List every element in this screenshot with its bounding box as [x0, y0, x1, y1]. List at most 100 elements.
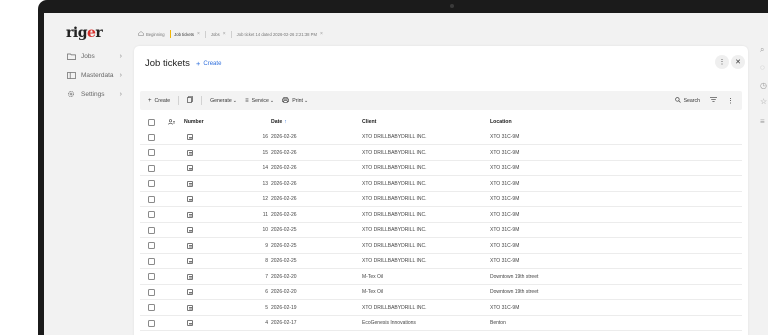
row-checkbox[interactable] [148, 146, 155, 160]
row-checkbox[interactable] [148, 161, 155, 175]
row-checkbox[interactable] [148, 223, 155, 237]
select-all-checkbox[interactable] [148, 114, 155, 130]
toolbar-right: Search ⋮ [665, 91, 734, 110]
copy-icon [187, 96, 193, 105]
cell-number: 10 [262, 227, 268, 233]
sidebar-item-label: Jobs [81, 52, 95, 60]
table-row[interactable]: 7 2026-02-20 M-Tex Oil Downtown 19th street [140, 270, 742, 285]
document-icon[interactable] [187, 130, 193, 144]
row-checkbox[interactable] [148, 208, 155, 222]
document-icon[interactable] [187, 192, 193, 206]
document-icon[interactable] [187, 146, 193, 160]
filter-icon[interactable]: ≡ [760, 117, 765, 126]
table-row[interactable]: 9 2026-02-25 XTO DRILLBABYDRILL INC. XTO 31… [140, 239, 742, 254]
row-checkbox[interactable] [148, 177, 155, 191]
column-header-location[interactable]: Location [490, 114, 512, 130]
chevron-right-icon: › [119, 71, 122, 79]
close-panel-button[interactable]: ✕ [731, 55, 745, 69]
table-row[interactable]: 15 2026-02-26 XTO DRILLBABYDRILL INC. XTO 3… [140, 146, 742, 161]
create-link[interactable]: + Create [196, 59, 221, 68]
document-icon[interactable] [187, 239, 193, 253]
close-icon[interactable]: × [197, 31, 200, 37]
tab-jobs[interactable]: Jobs × [211, 31, 226, 37]
sidebar-item-settings[interactable]: Settings › [66, 87, 126, 101]
column-header-date[interactable]: Date ↑ [271, 114, 287, 130]
cell-date: 2026-02-20 [271, 289, 297, 295]
search-icon[interactable]: ⌕ [760, 45, 764, 55]
job-tickets-panel: Job tickets + Create ⋮ ✕ + Create Genera… [134, 46, 748, 335]
cell-number: 9 [265, 242, 268, 249]
close-icon[interactable]: × [320, 31, 323, 37]
cell-client: XTO DRILLBABYDRILL INC. [362, 196, 427, 202]
cell-date: 2026-02-20 [271, 273, 297, 280]
tab-job-tickets[interactable]: Job tickets × [174, 31, 200, 37]
cell-number: 11 [262, 211, 268, 218]
cell-client: M-Tex Oil [362, 289, 384, 295]
table-row[interactable]: 13 2026-02-26 XTO DRILLBABYDRILL INC. XTO 3… [140, 177, 742, 192]
column-settings-icon[interactable] [168, 114, 175, 130]
bell-icon[interactable]: ◌ [760, 63, 765, 72]
row-checkbox[interactable] [148, 316, 155, 330]
cell-location: Downtown 19th street [490, 289, 539, 295]
plus-icon: + [148, 97, 152, 104]
filter-icon [710, 97, 717, 104]
document-icon[interactable] [187, 285, 193, 299]
kebab-icon: ⋮ [727, 97, 734, 105]
more-options-button[interactable]: ⋮ [715, 55, 729, 69]
table-row[interactable]: 16 2026-02-26 XTO DRILLBABYDRILL INC. XTO 3… [140, 130, 742, 145]
document-icon[interactable] [187, 177, 193, 191]
row-checkbox[interactable] [148, 130, 155, 144]
table-row[interactable]: 10 2026-02-25 XTO DRILLBABYDRILL INC. XTO 3… [140, 223, 742, 238]
row-checkbox[interactable] [148, 301, 155, 315]
history-icon[interactable]: ◷ [760, 81, 767, 90]
toolbar-more-button[interactable]: ⋮ [727, 97, 734, 105]
cell-number: 15 [262, 149, 268, 156]
printer-icon [282, 96, 290, 105]
row-checkbox[interactable] [148, 285, 155, 299]
service-dropdown[interactable]: ≡ Service ⌄ [245, 98, 274, 104]
close-icon[interactable]: × [223, 31, 226, 37]
table-row[interactable]: 4 2026-02-17 EcoGenesis Innovations Benton [140, 316, 742, 331]
cell-client: XTO DRILLBABYDRILL INC. [362, 180, 427, 187]
cell-location: XTO 31C-9M [490, 242, 520, 249]
chevron-right-icon: › [119, 52, 122, 60]
cell-location: XTO 31C-9M [490, 149, 520, 156]
cell-number: 13 [262, 180, 268, 187]
document-icon[interactable] [187, 208, 193, 222]
create-button[interactable]: + Create [148, 98, 170, 104]
document-icon[interactable] [187, 223, 193, 237]
document-icon[interactable] [187, 254, 193, 268]
search-button[interactable]: Search [674, 96, 700, 105]
cell-client: XTO DRILLBABYDRILL INC. [362, 258, 427, 264]
print-dropdown[interactable]: Print ⌄ [282, 96, 308, 105]
table-row[interactable]: 8 2026-02-25 XTO DRILLBABYDRILL INC. XTO 31… [140, 254, 742, 269]
tab-job-ticket-14[interactable]: Job ticket 14 dated 2026-02-26 2:21:38 P… [237, 31, 323, 37]
generate-dropdown[interactable]: Generate ⌄ [210, 98, 237, 104]
table-row[interactable]: 11 2026-02-26 XTO DRILLBABYDRILL INC. XTO 3… [140, 208, 742, 223]
column-header-number[interactable]: Number [184, 114, 204, 130]
row-checkbox[interactable] [148, 254, 155, 268]
sidebar-item-jobs[interactable]: Jobs › [66, 49, 126, 63]
cell-number: 14 [262, 165, 268, 171]
filter-button[interactable] [710, 97, 717, 104]
document-icon[interactable] [187, 316, 193, 330]
star-icon[interactable]: ☆ [760, 97, 767, 106]
row-checkbox[interactable] [148, 239, 155, 253]
document-icon[interactable] [187, 161, 193, 175]
copy-button[interactable] [187, 96, 193, 105]
column-header-client[interactable]: Client [362, 114, 376, 130]
sidebar-item-masterdata[interactable]: Masterdata › [66, 68, 126, 82]
table-row[interactable]: 5 2026-02-19 XTO DRILLBABYDRILL INC. XTO 31… [140, 301, 742, 316]
camera-dot [450, 4, 454, 8]
tab-beginning[interactable]: Beginning [138, 31, 165, 37]
document-icon[interactable] [187, 270, 193, 284]
toolbar: + Create Generate ⌄ ≡ Service ⌄ Print ⌄ … [140, 91, 742, 110]
cell-client: EcoGenesis Innovations [362, 320, 416, 326]
document-icon[interactable] [187, 301, 193, 315]
table-header: Number Date ↑ Client Location [140, 114, 742, 130]
table-row[interactable]: 14 2026-02-26 XTO DRILLBABYDRILL INC. XTO 3… [140, 161, 742, 176]
row-checkbox[interactable] [148, 270, 155, 284]
table-row[interactable]: 12 2026-02-26 XTO DRILLBABYDRILL INC. XTO 3… [140, 192, 742, 207]
row-checkbox[interactable] [148, 192, 155, 206]
table-row[interactable]: 6 2026-02-20 M-Tex Oil Downtown 19th street [140, 285, 742, 300]
